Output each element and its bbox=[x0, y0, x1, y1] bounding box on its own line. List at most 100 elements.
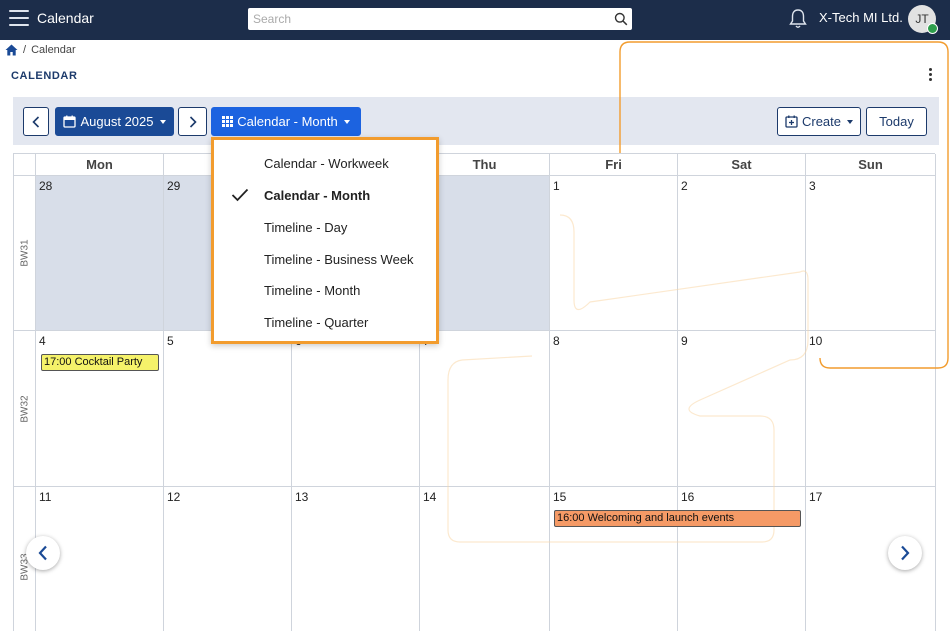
day-cell[interactable]: 10 bbox=[806, 331, 936, 487]
menu-icon[interactable] bbox=[9, 10, 29, 28]
day-number: 10 bbox=[809, 334, 823, 348]
view-menu-item-label: Timeline - Business Week bbox=[264, 252, 414, 267]
calendar-event[interactable]: 16:00 Welcoming and launch events bbox=[554, 510, 801, 527]
today-button[interactable]: Today bbox=[866, 107, 927, 136]
day-cell[interactable]: 28 bbox=[36, 176, 164, 331]
weekday-header: Sun bbox=[806, 154, 936, 176]
avatar-initials: JT bbox=[915, 12, 929, 26]
day-cell[interactable]: 14 bbox=[420, 487, 550, 631]
app-title: Calendar bbox=[37, 10, 94, 26]
day-number: 14 bbox=[423, 490, 437, 504]
grid-icon bbox=[222, 116, 234, 127]
day-cell[interactable]: 5 bbox=[164, 331, 292, 487]
day-number: 15 bbox=[553, 490, 567, 504]
calendar-add-icon bbox=[785, 115, 798, 128]
day-cell[interactable]: 7 bbox=[420, 331, 550, 487]
calendar-icon bbox=[63, 115, 77, 128]
company-name[interactable]: X-Tech MI Ltd. bbox=[819, 10, 903, 25]
week-number-label: BW31 bbox=[19, 239, 30, 267]
chevron-right-icon bbox=[901, 545, 910, 561]
day-cell[interactable]: 3 bbox=[806, 176, 936, 331]
view-menu-item[interactable]: Timeline - Quarter bbox=[214, 307, 436, 338]
day-number: 13 bbox=[295, 490, 309, 504]
day-number: 29 bbox=[167, 179, 181, 193]
previous-period-button[interactable] bbox=[26, 536, 60, 570]
calendar-toolbar: August 2025 Calendar - Month Create Toda… bbox=[13, 97, 939, 145]
search-input[interactable] bbox=[248, 8, 598, 30]
caret-down-icon bbox=[159, 119, 166, 124]
chevron-left-icon bbox=[38, 545, 47, 561]
month-label: August 2025 bbox=[80, 114, 154, 129]
top-bar: Calendar X-Tech MI Ltd. JT bbox=[0, 0, 950, 40]
online-status-icon bbox=[927, 23, 938, 34]
day-number: 3 bbox=[809, 179, 816, 193]
view-menu-item[interactable]: Timeline - Business Week bbox=[214, 244, 436, 275]
day-cell[interactable]: 1 bbox=[550, 176, 678, 331]
day-cell[interactable]: 31 bbox=[420, 176, 550, 331]
day-cell[interactable]: 13 bbox=[292, 487, 420, 631]
day-number: 16 bbox=[681, 490, 695, 504]
day-cell[interactable]: 2 bbox=[678, 176, 806, 331]
view-menu-item[interactable]: Calendar - Month bbox=[214, 180, 436, 211]
grid-corner bbox=[14, 154, 36, 176]
calendar-event[interactable]: 17:00 Cocktail Party bbox=[41, 354, 159, 371]
day-number: 17 bbox=[809, 490, 823, 504]
next-month-button[interactable] bbox=[178, 107, 207, 136]
day-number: 28 bbox=[39, 179, 53, 193]
search-box bbox=[248, 8, 632, 30]
previous-month-button[interactable] bbox=[23, 107, 49, 136]
view-menu-item-label: Timeline - Day bbox=[264, 220, 348, 235]
page-title: CALENDAR bbox=[11, 70, 78, 82]
day-number: 11 bbox=[39, 490, 52, 504]
day-number: 12 bbox=[167, 490, 181, 504]
checkmark-icon bbox=[231, 188, 249, 202]
day-number: 2 bbox=[681, 179, 688, 193]
month-picker-button[interactable]: August 2025 bbox=[55, 107, 174, 136]
chevron-left-icon bbox=[32, 115, 40, 128]
weekday-header: Fri bbox=[550, 154, 678, 176]
view-menu-item[interactable]: Timeline - Month bbox=[214, 275, 436, 306]
month-grid: MonTueWedThuFriSatSunBW3128293031123BW32… bbox=[13, 153, 936, 631]
day-number: 5 bbox=[167, 334, 174, 348]
search-icon[interactable] bbox=[614, 12, 628, 26]
view-menu-item-label: Calendar - Month bbox=[264, 188, 371, 203]
bell-icon[interactable] bbox=[788, 8, 808, 30]
view-menu: Calendar - Workweek Calendar - Month Timel… bbox=[211, 137, 439, 344]
day-number: 9 bbox=[681, 334, 688, 348]
caret-down-icon bbox=[847, 119, 854, 124]
view-menu-item-label: Calendar - Workweek bbox=[264, 156, 389, 171]
next-period-button[interactable] bbox=[888, 536, 922, 570]
day-cell[interactable]: 6 bbox=[292, 331, 420, 487]
view-selector-button[interactable]: Calendar - Month bbox=[211, 107, 361, 136]
week-number: BW32 bbox=[14, 331, 36, 487]
today-label: Today bbox=[879, 114, 914, 129]
weekday-header: Mon bbox=[36, 154, 164, 176]
avatar[interactable]: JT bbox=[908, 5, 938, 34]
view-menu-item-label: Timeline - Quarter bbox=[264, 315, 369, 330]
caret-down-icon bbox=[343, 119, 350, 124]
create-label: Create bbox=[801, 114, 842, 129]
view-menu-item[interactable]: Timeline - Day bbox=[214, 212, 436, 243]
day-number: 1 bbox=[553, 179, 560, 193]
day-cell[interactable]: 16 bbox=[678, 487, 806, 631]
weekday-header: Sat bbox=[678, 154, 806, 176]
breadcrumb: / Calendar bbox=[5, 44, 76, 56]
breadcrumb-current: Calendar bbox=[31, 44, 76, 56]
day-cell[interactable]: 15 bbox=[550, 487, 678, 631]
view-menu-item-label: Timeline - Month bbox=[264, 283, 361, 298]
weekday-header: Thu bbox=[420, 154, 550, 176]
view-label: Calendar - Month bbox=[237, 114, 338, 129]
day-cell[interactable]: 12 bbox=[164, 487, 292, 631]
day-cell[interactable]: 8 bbox=[550, 331, 678, 487]
week-number-label: BW32 bbox=[19, 394, 30, 423]
home-icon[interactable] bbox=[5, 44, 18, 56]
day-number: 4 bbox=[39, 334, 46, 348]
more-options-icon[interactable] bbox=[924, 68, 936, 84]
day-cell[interactable]: 9 bbox=[678, 331, 806, 487]
chevron-right-icon bbox=[189, 115, 197, 128]
day-number: 8 bbox=[553, 334, 560, 348]
create-button[interactable]: Create bbox=[777, 107, 861, 136]
breadcrumb-separator: / bbox=[23, 44, 27, 56]
view-menu-item[interactable]: Calendar - Workweek bbox=[214, 148, 436, 179]
week-number: BW31 bbox=[14, 176, 36, 331]
